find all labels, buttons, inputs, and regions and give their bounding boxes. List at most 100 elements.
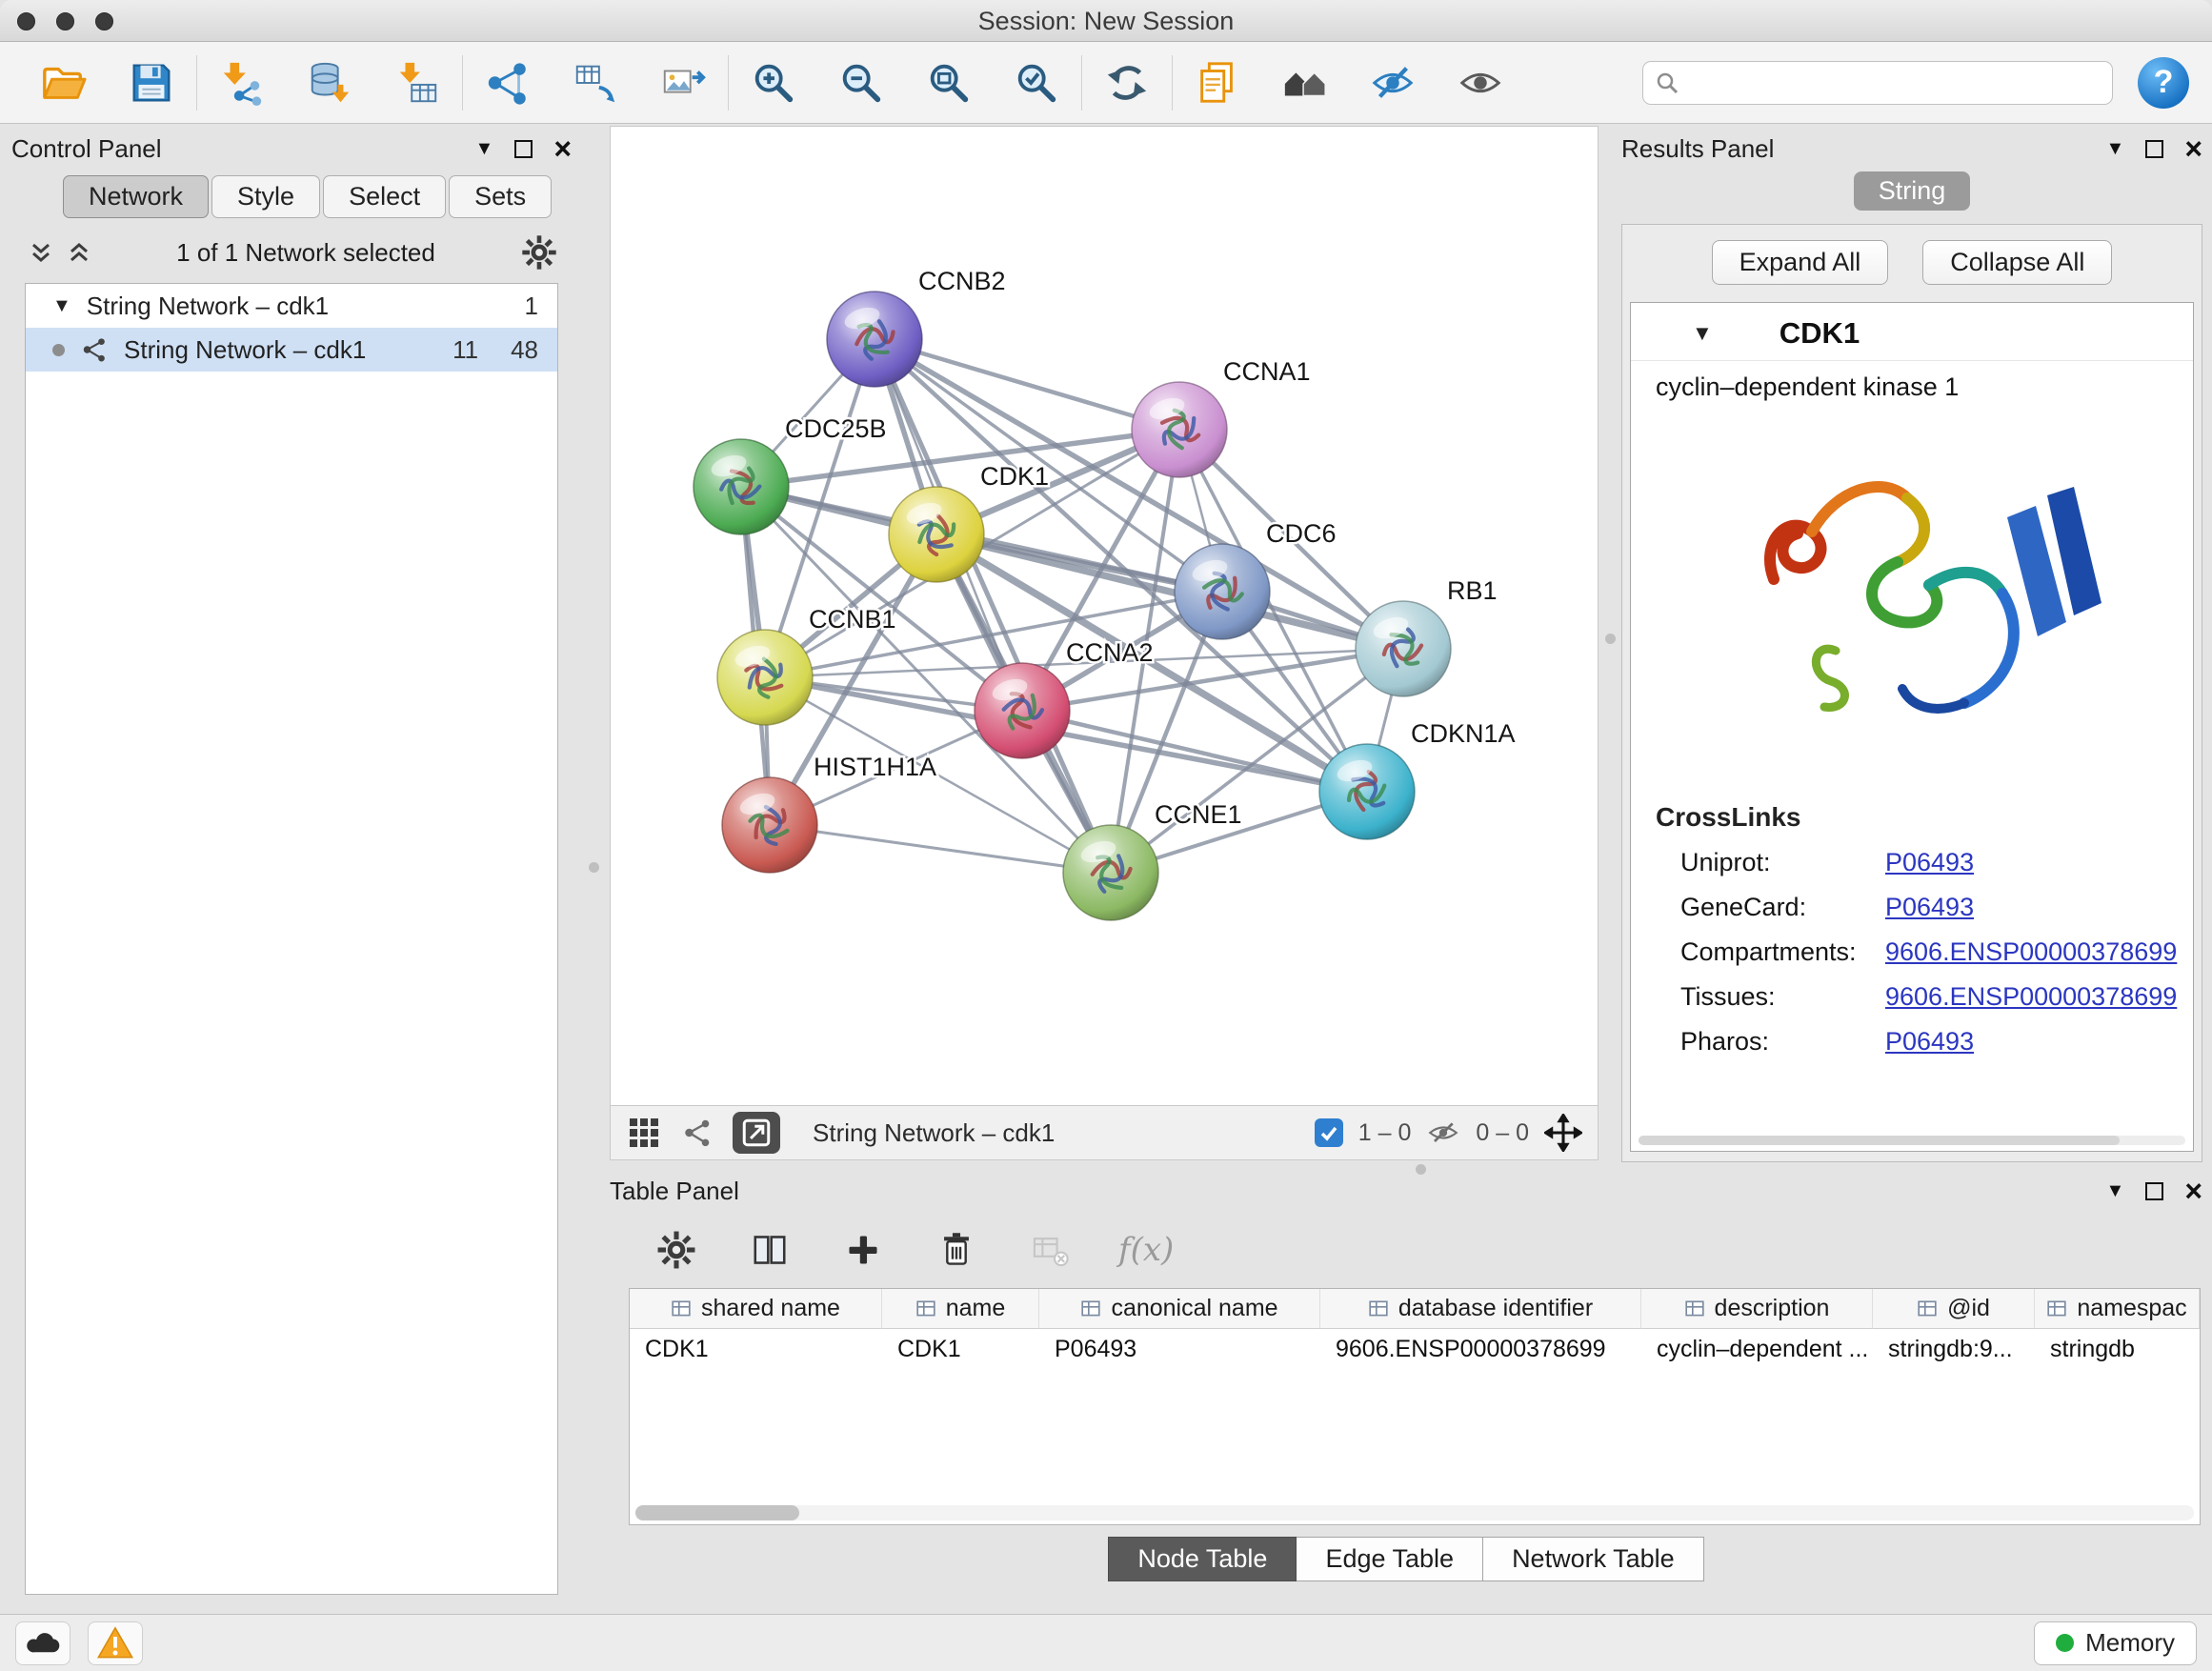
tab-network[interactable]: Network	[63, 175, 209, 218]
close-window-button[interactable]	[17, 12, 35, 30]
network-node-CCNA1[interactable]	[1132, 382, 1227, 477]
zoom-fit-icon[interactable]	[923, 57, 975, 109]
hidden-eye-icon[interactable]	[1426, 1116, 1460, 1150]
table-horizontal-scrollbar[interactable]	[635, 1505, 2194, 1520]
compartments-link[interactable]: 9606.ENSP00000378699	[1885, 937, 2177, 967]
close-panel-icon[interactable]: ×	[553, 139, 572, 158]
network-options-gear-icon[interactable]	[520, 233, 558, 272]
protein-expander-icon[interactable]: ▼	[1692, 321, 1713, 346]
float-table-icon[interactable]	[2145, 1182, 2163, 1200]
hide-details-icon[interactable]	[1367, 57, 1418, 109]
expand-all-button[interactable]: Expand All	[1712, 240, 1889, 285]
add-column-icon[interactable]	[838, 1225, 888, 1275]
pharos-link[interactable]: P06493	[1885, 1027, 1974, 1057]
zoom-selected-icon[interactable]	[1011, 57, 1062, 109]
delete-column-trash-icon[interactable]	[932, 1225, 981, 1275]
column-header-canonical-name[interactable]: canonical name	[1039, 1289, 1320, 1329]
copy-document-icon[interactable]	[1192, 57, 1243, 109]
network-node-CCNB2[interactable]	[827, 292, 922, 387]
table-row[interactable]: CDK1 CDK1 P06493 9606.ENSP00000378699 cy…	[630, 1329, 2200, 1369]
network-node-HIST1H1A[interactable]	[722, 777, 817, 873]
network-row[interactable]: String Network – cdk1 11 48	[26, 328, 557, 372]
close-table-icon[interactable]: ×	[2184, 1181, 2202, 1200]
collapse-panel-icon[interactable]: ▼	[475, 138, 494, 160]
minimize-window-button[interactable]	[56, 12, 74, 30]
close-results-icon[interactable]: ×	[2184, 139, 2202, 158]
column-header-database-identifier[interactable]: database identifier	[1320, 1289, 1641, 1329]
tab-node-table[interactable]: Node Table	[1108, 1537, 1297, 1581]
network-collection-row[interactable]: ▼ String Network – cdk1 1	[26, 284, 557, 328]
results-scrollbar[interactable]	[1639, 1136, 2185, 1145]
right-splitter-handle[interactable]	[1605, 634, 1616, 644]
tree-expander-icon[interactable]: ▼	[52, 295, 71, 317]
cell-description[interactable]: cyclin–dependent ...	[1641, 1329, 1873, 1369]
grid-view-icon[interactable]	[626, 1115, 662, 1151]
column-header-description[interactable]: description	[1641, 1289, 1873, 1329]
show-details-icon[interactable]	[1455, 57, 1506, 109]
collapse-all-button[interactable]: Collapse All	[1922, 240, 2112, 285]
zoom-window-button[interactable]	[95, 12, 113, 30]
zoom-in-icon[interactable]	[748, 57, 799, 109]
tab-select[interactable]: Select	[323, 175, 446, 218]
open-session-icon[interactable]	[38, 57, 90, 109]
collapse-results-icon[interactable]: ▼	[2106, 138, 2125, 160]
toolbar-search[interactable]	[1642, 61, 2113, 105]
column-header-name[interactable]: name	[882, 1289, 1039, 1329]
tab-style[interactable]: Style	[211, 175, 320, 218]
warnings-button[interactable]	[88, 1621, 143, 1665]
network-node-CDC25B[interactable]	[694, 439, 789, 534]
cell-canonical-name[interactable]: P06493	[1039, 1329, 1320, 1369]
genecard-link[interactable]: P06493	[1885, 893, 1974, 922]
column-header-shared-name[interactable]: shared name	[630, 1289, 882, 1329]
tab-sets[interactable]: Sets	[449, 175, 552, 218]
import-table-icon[interactable]	[392, 57, 443, 109]
detach-view-button[interactable]	[733, 1112, 780, 1154]
zoom-out-icon[interactable]	[835, 57, 887, 109]
network-edge[interactable]	[875, 339, 1111, 873]
cell-database-identifier[interactable]: 9606.ENSP00000378699	[1320, 1329, 1641, 1369]
column-header-id[interactable]: @id	[1873, 1289, 2035, 1329]
search-input[interactable]	[1689, 68, 2101, 97]
cloud-services-button[interactable]	[15, 1621, 70, 1665]
save-session-icon[interactable]	[126, 57, 177, 109]
birds-eye-view-icon[interactable]	[1279, 57, 1331, 109]
column-header-namespace[interactable]: namespac	[2035, 1289, 2200, 1329]
left-splitter-handle[interactable]	[589, 862, 599, 873]
cell-id[interactable]: stringdb:9...	[1873, 1329, 2035, 1369]
network-node-CDK1[interactable]	[889, 487, 984, 582]
cell-name[interactable]: CDK1	[882, 1329, 1039, 1369]
collapse-all-networks-icon[interactable]	[67, 240, 91, 265]
network-edge[interactable]	[770, 825, 1111, 873]
clone-network-icon[interactable]	[482, 57, 533, 109]
export-image-icon[interactable]	[657, 57, 709, 109]
import-network-file-icon[interactable]	[216, 57, 268, 109]
string-results-tab[interactable]: String	[1854, 171, 1971, 211]
network-canvas[interactable]: CCNB2CCNA1CDC25BCDK1CDC6RB1CCNB1CCNA2CDK…	[611, 127, 1598, 1105]
table-settings-gear-icon[interactable]	[652, 1225, 701, 1275]
collapse-table-icon[interactable]: ▼	[2106, 1180, 2125, 1202]
cell-shared-name[interactable]: CDK1	[630, 1329, 882, 1369]
uniprot-link[interactable]: P06493	[1885, 848, 1974, 877]
tab-edge-table[interactable]: Edge Table	[1297, 1537, 1483, 1581]
network-node-CCNB1[interactable]	[717, 630, 813, 725]
pan-crosshair-icon[interactable]	[1544, 1114, 1582, 1152]
memory-button[interactable]: Memory	[2034, 1621, 2197, 1665]
float-results-icon[interactable]	[2145, 140, 2163, 158]
network-node-CDC6[interactable]	[1175, 544, 1270, 639]
apply-layout-refresh-icon[interactable]	[1101, 57, 1153, 109]
network-node-CDKN1A[interactable]	[1319, 744, 1415, 839]
tab-network-table[interactable]: Network Table	[1483, 1537, 1704, 1581]
network-view-glyph-icon[interactable]	[681, 1117, 714, 1149]
float-panel-icon[interactable]	[514, 140, 533, 158]
selected-nodes-checkbox-icon[interactable]	[1315, 1118, 1343, 1147]
tissues-link[interactable]: 9606.ENSP00000378699	[1885, 982, 2177, 1012]
network-node-CCNE1[interactable]	[1063, 825, 1158, 920]
show-columns-icon[interactable]	[745, 1225, 794, 1275]
help-button[interactable]: ?	[2138, 57, 2189, 109]
import-network-database-icon[interactable]	[304, 57, 355, 109]
expand-all-networks-icon[interactable]	[29, 240, 53, 265]
new-network-from-selection-icon[interactable]	[570, 57, 621, 109]
network-node-RB1[interactable]	[1356, 601, 1451, 696]
cell-namespace[interactable]: stringdb	[2035, 1329, 2200, 1369]
network-node-CCNA2[interactable]	[975, 663, 1070, 758]
